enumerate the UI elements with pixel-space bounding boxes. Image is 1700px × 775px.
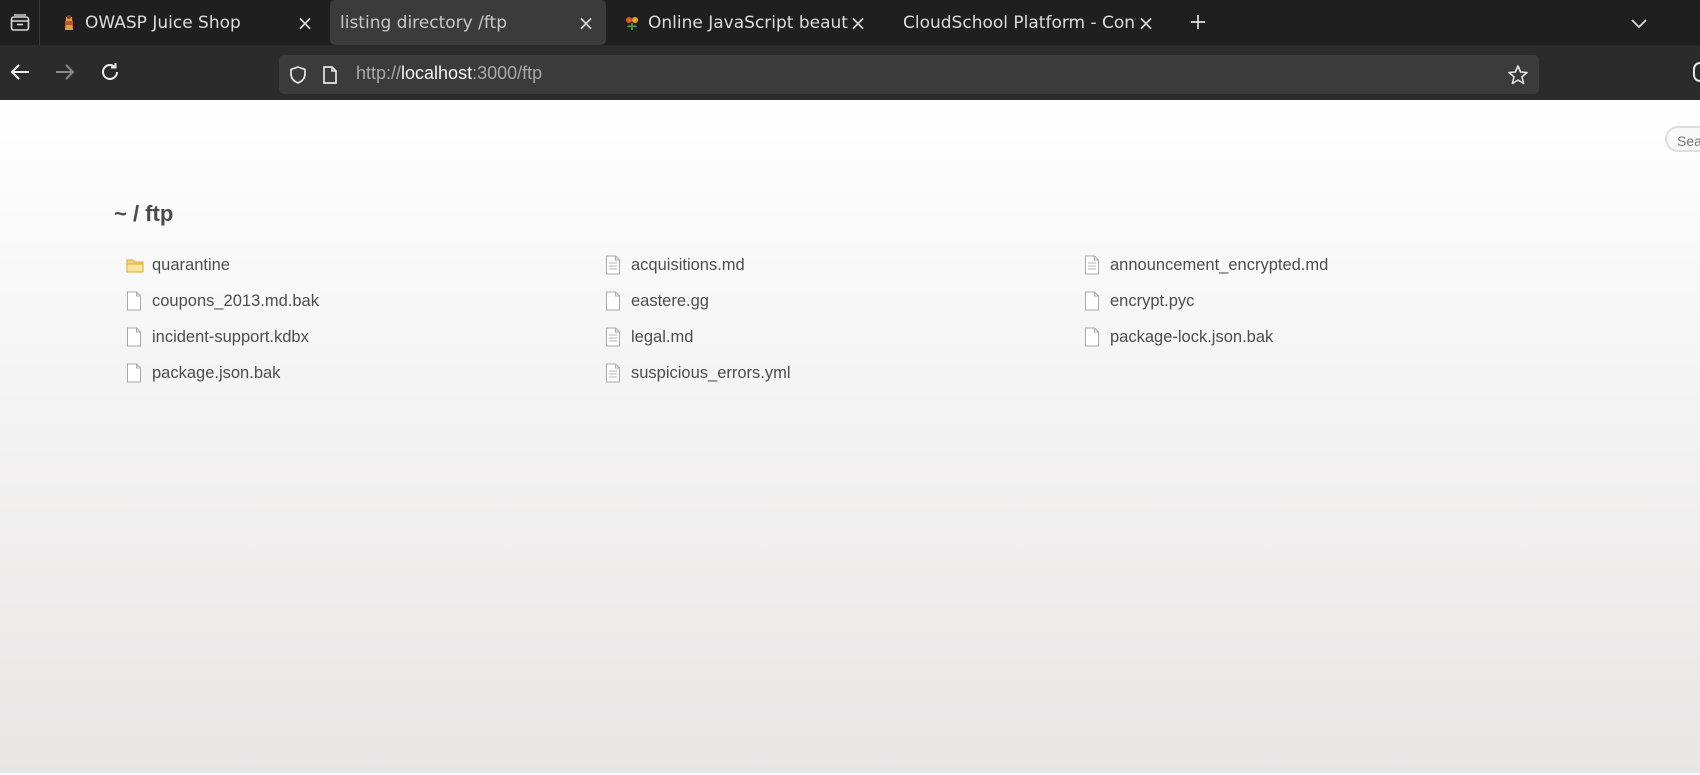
breadcrumb: ~ / ftp: [114, 201, 174, 226]
file-package-json-bak[interactable]: package.json.bak: [126, 360, 280, 386]
close-icon[interactable]: ×: [848, 11, 868, 35]
arrow-right-icon: [56, 64, 75, 80]
file-blank-icon: [126, 327, 144, 347]
plus-icon: [1191, 15, 1205, 29]
file-name: suspicious_errors.yml: [631, 363, 791, 382]
juice-shop-favicon-icon: [61, 14, 77, 31]
file-name: encrypt.pyc: [1110, 291, 1195, 310]
file-blank-icon: [126, 291, 144, 311]
file-blank-icon: [126, 363, 144, 383]
file-name: package.json.bak: [152, 363, 281, 382]
file-text-icon: [605, 363, 623, 383]
file-list: quarantine coupons_2013.md.bak incident-…: [126, 252, 1566, 412]
url-host: localhost: [401, 63, 473, 83]
file-name: quarantine: [152, 255, 230, 274]
tab-cloudschool[interactable]: CloudSchool Platform - Continue ×: [888, 0, 1166, 45]
tab-label: CloudSchool Platform - Continue: [903, 12, 1136, 33]
reload-button[interactable]: [97, 59, 123, 85]
file-eastere-gg[interactable]: eastere.gg: [605, 288, 709, 314]
forward-button[interactable]: [52, 59, 78, 85]
folder-quarantine[interactable]: quarantine: [126, 252, 230, 278]
account-icon[interactable]: [1693, 62, 1700, 82]
bookmark-star-button[interactable]: [1507, 64, 1529, 86]
url-scheme: http://: [356, 63, 402, 83]
tab-owasp-juice-shop[interactable]: OWASP Juice Shop ×: [45, 0, 325, 45]
file-text-icon: [605, 327, 623, 347]
file-package-lock-json-bak[interactable]: package-lock.json.bak: [1084, 324, 1273, 350]
tab-strip: OWASP Juice Shop × listing directory /ft…: [0, 0, 1700, 45]
file-blank-icon: [605, 291, 623, 311]
js-beautifier-favicon-icon: [624, 15, 640, 31]
tab-tray-icon: [10, 13, 29, 31]
reload-icon: [102, 63, 118, 80]
file-name: acquisitions.md: [631, 255, 745, 274]
star-icon: [1508, 65, 1528, 85]
search-input[interactable]: [1665, 126, 1700, 152]
file-name: announcement_encrypted.md: [1110, 255, 1329, 274]
file-legal-md[interactable]: legal.md: [605, 324, 693, 350]
back-button[interactable]: [7, 59, 33, 85]
file-name: package-lock.json.bak: [1110, 327, 1274, 346]
url-path: :3000/ftp: [472, 63, 543, 83]
file-name: incident-support.kdbx: [152, 327, 309, 346]
file-name: legal.md: [631, 327, 694, 346]
file-name: coupons_2013.md.bak: [152, 291, 319, 310]
close-icon[interactable]: ×: [295, 11, 315, 35]
tab-label: OWASP Juice Shop: [85, 12, 241, 33]
file-acquisitions[interactable]: acquisitions.md: [605, 252, 745, 278]
file-blank-icon: [1084, 291, 1102, 311]
tab-tray-button[interactable]: [0, 0, 40, 45]
file-encrypt-pyc[interactable]: encrypt.pyc: [1084, 288, 1194, 314]
shield-icon[interactable]: [287, 64, 309, 86]
navigation-toolbar: http://localhost:3000/ftp: [0, 45, 1700, 100]
tab-js-beautifier[interactable]: Online JavaScript beautifier ×: [608, 0, 878, 45]
file-text-icon: [1084, 255, 1102, 275]
folder-icon: [126, 255, 144, 275]
list-all-tabs-button[interactable]: [1628, 12, 1650, 34]
file-coupons-2013[interactable]: coupons_2013.md.bak: [126, 288, 319, 314]
address-bar[interactable]: http://localhost:3000/ftp: [279, 55, 1539, 94]
page-icon[interactable]: [319, 64, 341, 86]
new-tab-button[interactable]: [1185, 9, 1211, 35]
file-announcement-encrypted[interactable]: announcement_encrypted.md: [1084, 252, 1328, 278]
chevron-down-icon: [1631, 19, 1647, 29]
url-text[interactable]: http://localhost:3000/ftp: [356, 63, 542, 84]
tab-label: listing directory /ftp: [340, 12, 507, 33]
file-suspicious-errors[interactable]: suspicious_errors.yml: [605, 360, 791, 386]
arrow-left-icon: [10, 64, 29, 80]
file-blank-icon: [1084, 327, 1102, 347]
close-icon[interactable]: ×: [576, 11, 596, 35]
tab-label: Online JavaScript beautifier: [648, 12, 848, 33]
file-text-icon: [605, 255, 623, 275]
file-incident-support[interactable]: incident-support.kdbx: [126, 324, 309, 350]
file-name: eastere.gg: [631, 291, 709, 310]
tab-listing-directory[interactable]: listing directory /ftp ×: [330, 0, 606, 45]
close-icon[interactable]: ×: [1136, 11, 1156, 35]
directory-listing-page: ~ / ftp quarantine coupons_2013.md.bak i…: [0, 100, 1700, 775]
